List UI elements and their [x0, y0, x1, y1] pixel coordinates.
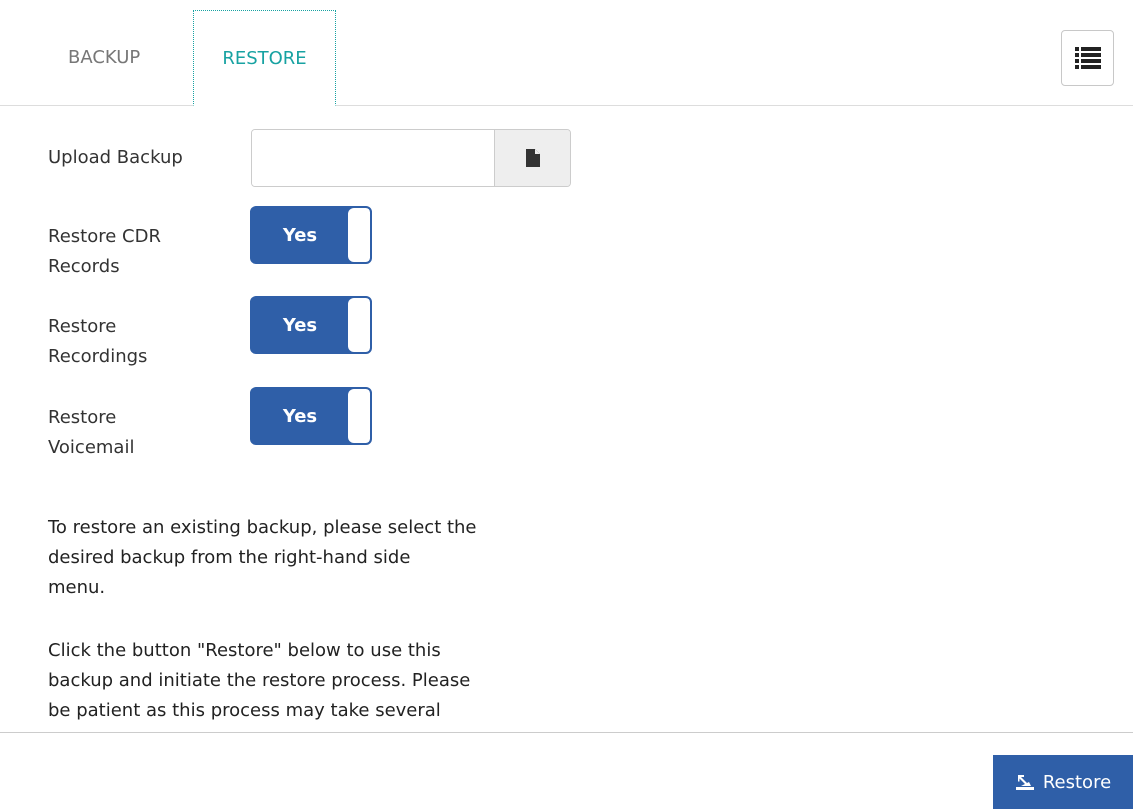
upload-backup-input[interactable] [252, 130, 494, 186]
restore-recordings-toggle-text: Yes [282, 314, 318, 336]
restore-cdr-label-line1: Restore CDR [48, 226, 161, 247]
backup-list-menu-button[interactable] [1061, 30, 1114, 86]
restore-cdr-toggle[interactable]: Yes [250, 206, 372, 264]
restore-recordings-toggle-handle [348, 298, 370, 352]
footer-divider [0, 732, 1133, 733]
info-line: be patient as this process may take seve… [48, 700, 441, 721]
restore-instructions-paragraph-1: To restore an existing backup, please se… [48, 513, 568, 603]
tab-restore[interactable]: RESTORE [193, 10, 336, 106]
restore-instructions-paragraph-2: Click the button "Restore" below to use … [48, 636, 568, 726]
restore-voicemail-toggle[interactable]: Yes [250, 387, 372, 445]
tab-backup-label: BACKUP [68, 46, 141, 68]
restore-button[interactable]: Restore [993, 755, 1133, 809]
restore-cdr-label: Restore CDR Records [48, 222, 161, 282]
restore-page: BACKUP RESTORE Upload Backup Restore CDR… [0, 0, 1133, 809]
restore-recordings-toggle[interactable]: Yes [250, 296, 372, 354]
restore-recordings-label-line2: Recordings [48, 346, 148, 367]
upload-browse-button[interactable] [494, 130, 570, 186]
info-line: menu. [48, 577, 106, 598]
list-icon [1074, 47, 1101, 69]
restore-recordings-label-line1: Restore [48, 316, 117, 337]
tab-restore-label: RESTORE [222, 47, 307, 69]
restore-voicemail-toggle-text: Yes [282, 405, 318, 427]
info-line: Click the button "Restore" below to use … [48, 640, 441, 661]
restore-voicemail-label: Restore Voicemail [48, 403, 134, 463]
restore-cdr-label-line2: Records [48, 256, 120, 277]
restore-cdr-toggle-text: Yes [282, 224, 318, 246]
restore-icon [1015, 775, 1034, 790]
info-line: To restore an existing backup, please se… [48, 517, 477, 538]
restore-voicemail-label-line1: Restore [48, 407, 117, 428]
info-line: backup and initiate the restore process.… [48, 670, 471, 691]
tab-backup[interactable]: BACKUP [51, 10, 181, 104]
info-line: desired backup from the right-hand side [48, 547, 411, 568]
upload-backup-field [251, 129, 571, 187]
upload-backup-label: Upload Backup [48, 147, 183, 168]
restore-cdr-toggle-handle [348, 208, 370, 262]
restore-button-label: Restore [1042, 771, 1112, 793]
restore-voicemail-toggle-handle [348, 389, 370, 443]
tab-bar: BACKUP RESTORE [0, 0, 1133, 106]
file-icon [525, 149, 540, 167]
restore-recordings-label: Restore Recordings [48, 312, 147, 372]
restore-voicemail-label-line2: Voicemail [48, 437, 135, 458]
